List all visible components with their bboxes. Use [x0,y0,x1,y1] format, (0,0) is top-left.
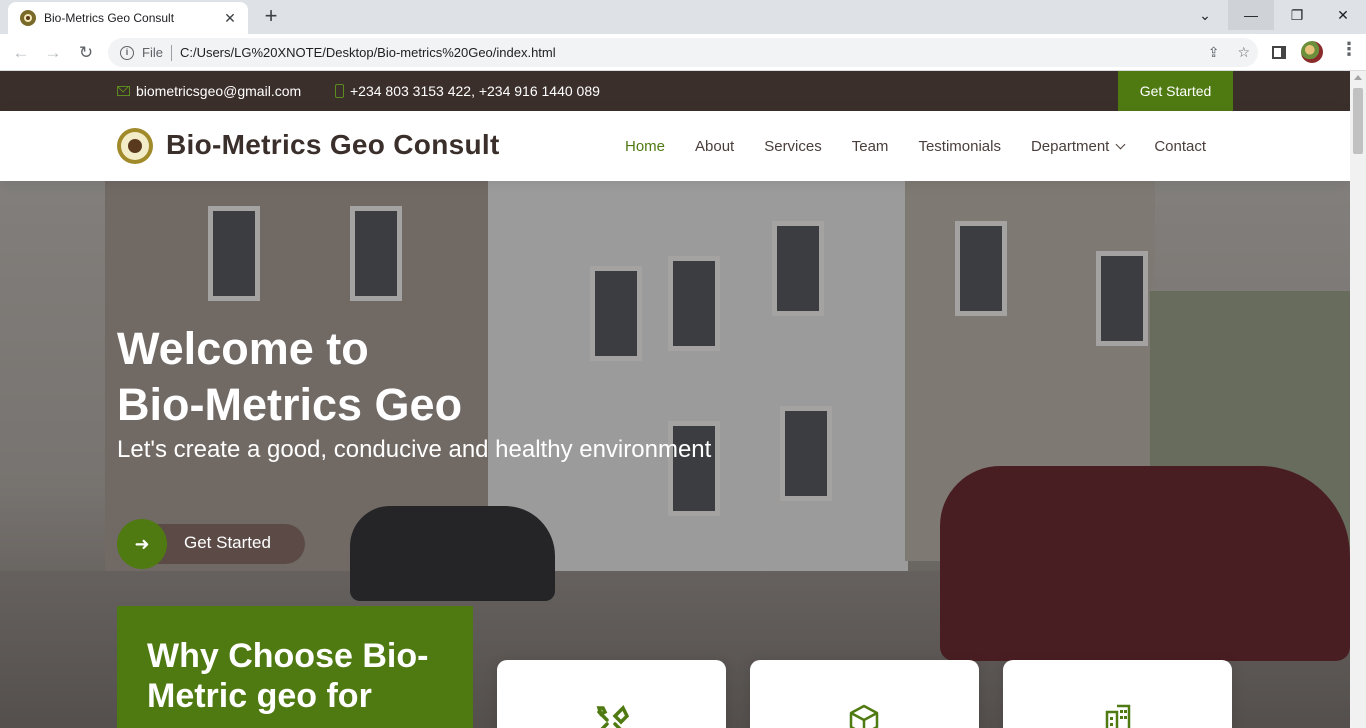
hero-title-line2: Bio-Metrics Geo [117,379,463,430]
info-icon[interactable]: i [120,45,134,60]
site-header: Bio-Metrics Geo Consult Home About Servi… [0,111,1350,181]
browser-toolbar: ← → ↻ i File C:/Users/LG%20XNOTE/Desktop… [0,34,1366,71]
reload-icon[interactable]: ↻ [73,40,99,66]
nav-contact[interactable]: Contact [1139,138,1221,155]
nav-testimonials[interactable]: Testimonials [903,138,1016,155]
tab-title: Bio-Metrics Geo Consult [44,11,175,25]
hero-title: Welcome to Bio-Metrics Geo [117,321,462,433]
cube-icon [849,704,879,728]
envelope-icon [117,86,130,96]
why-title-line1: Why Choose Bio- [147,637,429,675]
browser-tab[interactable]: Bio-Metrics Geo Consult ✕ [8,2,248,34]
window-maximize-button[interactable]: ❐ [1274,0,1320,30]
bookmark-star-icon[interactable]: ☆ [1237,44,1250,61]
forward-arrow-icon[interactable]: → [40,40,66,66]
brand-name[interactable]: Bio-Metrics Geo Consult [166,129,500,161]
topbar-get-started-button[interactable]: Get Started [1118,71,1233,111]
contact-email[interactable]: biometricsgeo@gmail.com [117,71,301,111]
contact-topbar: biometricsgeo@gmail.com +234 803 3153 42… [0,71,1350,111]
nav-about[interactable]: About [680,138,749,155]
scroll-up-arrow-icon[interactable] [1354,75,1362,80]
hero-get-started-button[interactable]: ➜ Get Started [117,519,305,569]
browser-menu-icon[interactable]: ⋮ [1340,39,1358,60]
main-nav: Home About Services Team Testimonials De… [610,111,1221,181]
hero-cta-label: Get Started [184,533,271,552]
page-viewport: biometricsgeo@gmail.com +234 803 3153 42… [0,71,1350,728]
tab-search-chevron-icon[interactable]: ⌄ [1182,0,1228,30]
back-arrow-icon[interactable]: ← [8,40,34,66]
why-title-line2: Metric geo for [147,677,372,715]
feature-card [497,660,726,728]
side-panel-icon[interactable] [1272,46,1286,59]
new-tab-button[interactable]: + [258,4,284,30]
feature-card [750,660,979,728]
nav-team[interactable]: Team [837,138,904,155]
phone-icon [335,84,344,98]
why-choose-box: Why Choose Bio- Metric geo for [117,606,473,728]
hero-title-line1: Welcome to [117,323,369,374]
omnibox-divider [170,44,172,61]
page-scrollbar[interactable] [1350,71,1366,728]
nav-home[interactable]: Home [610,138,680,155]
share-icon[interactable]: ⇪ [1208,44,1220,61]
tab-close-icon[interactable]: ✕ [222,10,238,27]
profile-avatar[interactable] [1301,41,1323,63]
nav-department-label: Department [1030,137,1110,155]
tools-icon [596,705,629,728]
browser-tabstrip: Bio-Metrics Geo Consult ✕ + ⌄ — ❐ ✕ [0,0,1366,34]
window-close-button[interactable]: ✕ [1320,0,1366,30]
why-choose-title: Why Choose Bio- Metric geo for [147,636,443,716]
address-bar[interactable]: i File C:/Users/LG%20XNOTE/Desktop/Bio-m… [108,38,1258,67]
feature-card [1003,660,1232,728]
hero-subtitle: Let's create a good, conducive and healt… [117,436,712,463]
nav-services[interactable]: Services [749,138,837,155]
scrollbar-thumb[interactable] [1353,88,1363,154]
contact-phone: +234 803 3153 422, +234 916 1440 089 [335,71,600,111]
email-text[interactable]: biometricsgeo@gmail.com [136,83,301,99]
building-icon [1105,704,1131,728]
file-scheme-label: File [142,45,163,60]
arrow-right-icon: ➜ [134,533,150,554]
omnibox-actions: ⇪ ☆ [1208,44,1250,61]
site-favicon-icon [20,10,36,26]
url-text[interactable]: C:/Users/LG%20XNOTE/Desktop/Bio-metrics%… [180,45,556,60]
hero-cta-circle: ➜ [117,519,167,569]
phone-text: +234 803 3153 422, +234 916 1440 089 [350,83,600,99]
site-logo[interactable] [117,128,153,164]
nav-department[interactable]: Department [1016,138,1139,155]
window-minimize-button[interactable]: — [1228,0,1274,30]
chevron-down-icon [1115,139,1126,149]
